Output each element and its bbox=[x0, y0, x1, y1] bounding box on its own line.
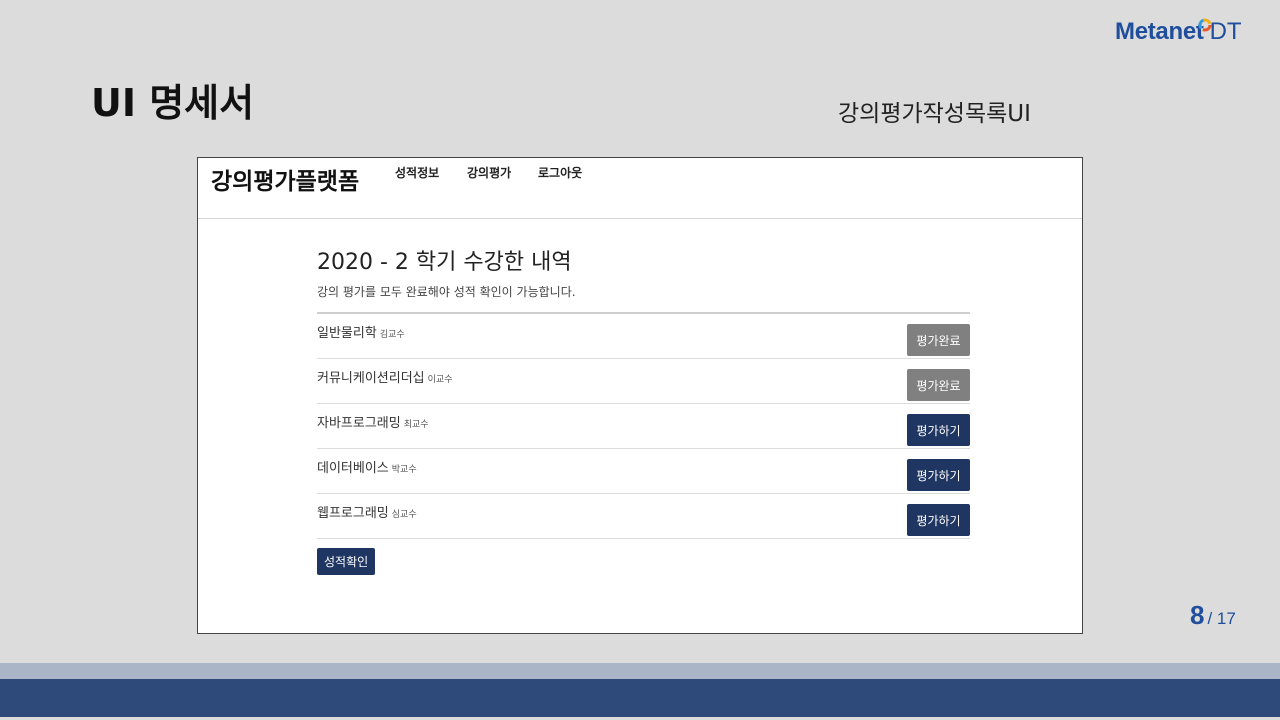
app-brand[interactable]: 강의평가플랫폼 bbox=[211, 162, 359, 196]
course-name: 일반물리학 bbox=[317, 325, 377, 341]
course-row: 일반물리학 김교수 평가완료 bbox=[317, 314, 970, 359]
course-name: 커뮤니케이션리더십 bbox=[317, 370, 425, 386]
page-current: 8 bbox=[1190, 600, 1205, 630]
slide-title: UI 명세서 bbox=[91, 81, 255, 125]
nav-grade-info[interactable]: 성적정보 bbox=[395, 164, 439, 181]
footer-band-light bbox=[0, 663, 1280, 679]
top-navbar: 강의평가플랫폼 성적정보 강의평가 로그아웃 bbox=[198, 158, 1082, 219]
course-name: 데이터베이스 bbox=[317, 460, 389, 476]
course-name: 자바프로그래밍 bbox=[317, 415, 401, 431]
evaluate-button[interactable]: 평가하기 bbox=[907, 414, 970, 446]
professor-name: 이교수 bbox=[427, 374, 453, 385]
course-row: 데이터베이스 박교수 평가하기 bbox=[317, 449, 970, 494]
professor-name: 김교수 bbox=[379, 329, 405, 340]
logo-mark-icon bbox=[1198, 18, 1212, 32]
page-number: 8/ 17 bbox=[1190, 600, 1236, 631]
logo-text: Metanet bbox=[1115, 18, 1204, 45]
evaluation-done-button[interactable]: 평가완료 bbox=[907, 369, 970, 401]
main-content: 2020 - 2 학기 수강한 내역 강의 평가를 모두 완료해야 성적 확인이… bbox=[317, 244, 970, 575]
professor-name: 박교수 bbox=[391, 464, 417, 475]
evaluate-button[interactable]: 평가하기 bbox=[907, 504, 970, 536]
course-name: 웹프로그래밍 bbox=[317, 505, 389, 521]
course-row: 커뮤니케이션리더십 이교수 평가완료 bbox=[317, 359, 970, 404]
professor-name: 심교수 bbox=[391, 509, 417, 520]
metanet-logo: Metanet DT bbox=[1115, 18, 1242, 46]
professor-name: 최교수 bbox=[403, 419, 429, 430]
course-list: 일반물리학 김교수 평가완료 커뮤니케이션리더십 이교수 평가완료 자바프로그래밍 최… bbox=[317, 312, 970, 539]
slide-subtitle: 강의평가작성목록UI bbox=[838, 101, 1031, 127]
page-total: / 17 bbox=[1207, 609, 1236, 628]
course-row: 자바프로그래밍 최교수 평가하기 bbox=[317, 404, 970, 449]
evaluation-notice: 강의 평가를 모두 완료해야 성적 확인이 가능합니다. bbox=[317, 285, 576, 299]
evaluation-done-button[interactable]: 평가완료 bbox=[907, 324, 970, 356]
footer-band-dark bbox=[0, 679, 1280, 717]
nav-lecture-evaluation[interactable]: 강의평가 bbox=[467, 164, 511, 181]
evaluate-button[interactable]: 평가하기 bbox=[907, 459, 970, 491]
nav-logout[interactable]: 로그아웃 bbox=[538, 164, 582, 181]
semester-heading: 2020 - 2 학기 수강한 내역 bbox=[317, 250, 572, 275]
app-screenshot-frame: 강의평가플랫폼 성적정보 강의평가 로그아웃 2020 - 2 학기 수강한 내… bbox=[197, 157, 1083, 634]
check-grades-button[interactable]: 성적확인 bbox=[317, 548, 376, 575]
logo-dt-text: DT bbox=[1209, 18, 1242, 45]
course-row: 웹프로그래밍 심교수 평가하기 bbox=[317, 494, 970, 539]
